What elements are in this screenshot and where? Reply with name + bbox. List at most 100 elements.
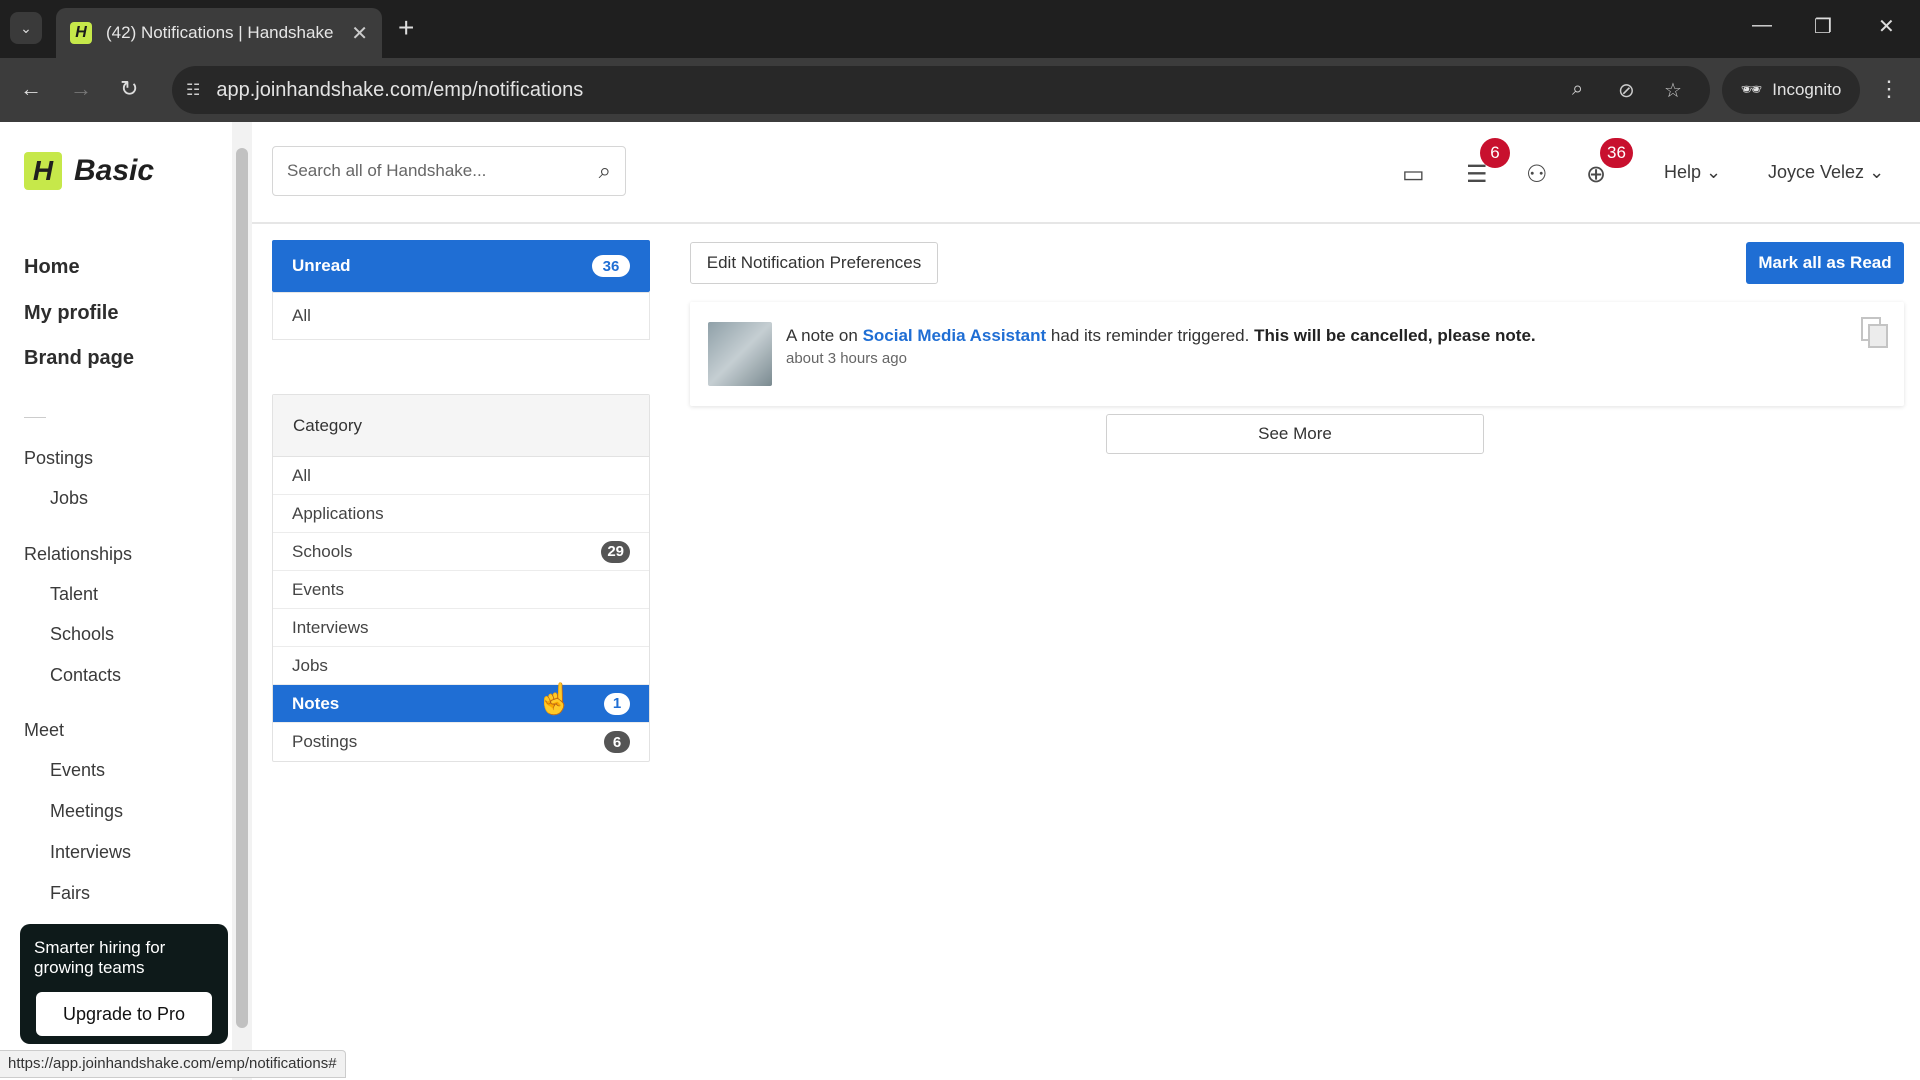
handshake-logo-icon: H — [24, 152, 62, 190]
category-list: Category All Applications Schools 29 Even… — [272, 394, 650, 762]
nav-events[interactable]: Events — [50, 760, 105, 781]
sidebar-divider — [24, 417, 46, 418]
search-icon[interactable]: ⌕ — [599, 158, 611, 184]
section-relationships: Relationships — [24, 544, 133, 564]
category-label: Interviews — [292, 617, 369, 637]
calendar-icon[interactable]: ▭ — [1402, 160, 1425, 189]
user-menu[interactable]: Joyce Velez ⌄ — [1768, 162, 1884, 183]
notification-text: A note on Social Media Assistant had its… — [786, 326, 1536, 346]
bookmark-star-icon[interactable]: ☆ — [1664, 78, 1682, 103]
unread-count-badge: 36 — [592, 255, 630, 277]
search-input[interactable] — [287, 161, 599, 181]
nav-brand-page[interactable]: Brand page — [24, 347, 134, 370]
help-menu[interactable]: Help ⌄ — [1664, 162, 1721, 183]
category-label: Schools — [292, 541, 353, 561]
edit-notification-preferences-button[interactable]: Edit Notification Preferences — [690, 242, 938, 284]
sidebar-scrollbar[interactable] — [232, 122, 252, 1080]
tab-title: (42) Notifications | Handshake — [106, 23, 334, 42]
notification-link[interactable]: Social Media Assistant — [863, 326, 1047, 345]
nav-meetings[interactable]: Meetings — [50, 801, 123, 822]
tab-search-button[interactable]: ⌄ — [10, 12, 42, 44]
category-notes[interactable]: Notes 1 — [273, 685, 649, 723]
category-all[interactable]: All — [273, 457, 649, 495]
user-name: Joyce Velez — [1768, 162, 1865, 182]
section-meet: Meet — [24, 720, 65, 740]
forward-icon[interactable]: → — [70, 76, 92, 102]
count-badge: 1 — [604, 692, 630, 715]
new-tab-icon[interactable]: + — [398, 12, 414, 44]
messages-badge: 6 — [1480, 138, 1510, 168]
notification-thumbnail — [708, 322, 772, 386]
filter-unread[interactable]: Unread 36 — [272, 240, 650, 292]
sidebar: H Basic Home My profile Brand page Posti… — [0, 122, 236, 1080]
category-label: Jobs — [292, 655, 328, 675]
count-badge: 6 — [604, 731, 630, 753]
upgrade-promo-card: Smarter hiring for growing teams Upgrade… — [20, 924, 228, 1044]
nav-talent[interactable]: Talent — [50, 584, 98, 605]
mark-all-as-read-button[interactable]: Mark all as Read — [1746, 242, 1904, 284]
search-box[interactable]: ⌕ — [272, 146, 626, 196]
copy-icon[interactable] — [1860, 316, 1890, 350]
link-status-bar: https://app.joinhandshake.com/emp/notifi… — [0, 1050, 346, 1078]
nav-schools[interactable]: Schools — [50, 624, 114, 645]
back-icon[interactable]: ← — [20, 76, 42, 102]
upgrade-to-pro-button[interactable]: Upgrade to Pro — [36, 992, 212, 1036]
see-more-button[interactable]: See More — [1106, 414, 1484, 454]
nav-interviews[interactable]: Interviews — [50, 842, 131, 863]
unread-label: Unread — [292, 256, 351, 275]
site-info-icon[interactable]: ☷ — [186, 80, 200, 100]
top-header: ⌕ ▭ ☰ 6 ⚇ ⊕ 36 Help ⌄ Joyce Velez ⌄ — [252, 122, 1920, 224]
plan-name: Basic — [74, 154, 155, 187]
category-jobs[interactable]: Jobs — [273, 647, 649, 685]
minimize-icon[interactable]: — — [1752, 14, 1772, 37]
help-label: Help — [1664, 162, 1702, 182]
hand-cursor-icon: ☝ — [536, 683, 574, 716]
category-applications[interactable]: Applications — [273, 495, 649, 533]
notifications-badge: 36 — [1600, 138, 1633, 168]
filter-all[interactable]: All — [272, 292, 650, 340]
user-icon[interactable]: ⚇ — [1526, 160, 1548, 189]
notification-card[interactable]: A note on Social Media Assistant had its… — [690, 302, 1904, 406]
notification-prefix: A note on — [786, 326, 863, 345]
page: H Basic Home My profile Brand page Posti… — [0, 122, 1920, 1080]
incognito-label: Incognito — [1772, 80, 1842, 99]
app-logo[interactable]: H Basic — [24, 152, 154, 190]
nav-jobs[interactable]: Jobs — [50, 488, 88, 509]
incognito-indicator[interactable]: 🕶 Incognito — [1722, 66, 1860, 114]
notification-time: about 3 hours ago — [786, 350, 907, 367]
category-label: Applications — [292, 503, 384, 523]
nav-my-profile[interactable]: My profile — [24, 302, 118, 325]
category-title: Category — [273, 395, 649, 457]
category-interviews[interactable]: Interviews — [273, 609, 649, 647]
chevron-down-icon: ⌄ — [1869, 162, 1885, 182]
restore-icon[interactable]: ❐ — [1814, 14, 1832, 39]
category-events[interactable]: Events — [273, 571, 649, 609]
close-tab-icon[interactable]: ✕ — [351, 21, 368, 46]
tracking-protection-icon[interactable]: ⊘ — [1618, 78, 1635, 103]
incognito-icon: 🕶 — [1740, 80, 1763, 99]
scrollbar-thumb[interactable] — [236, 148, 248, 1028]
zoom-icon[interactable]: ⌕ — [1572, 78, 1583, 101]
section-postings: Postings — [24, 448, 94, 468]
reload-icon[interactable]: ↻ — [120, 76, 138, 102]
handshake-favicon: H — [70, 22, 92, 44]
address-bar-row: ← → ↻ ☷ app.joinhandshake.com/emp/notifi… — [0, 58, 1920, 122]
count-badge: 29 — [601, 540, 630, 563]
notification-bold: This will be cancelled, please note. — [1254, 326, 1536, 345]
omnibox[interactable]: ☷ app.joinhandshake.com/emp/notification… — [172, 66, 1710, 114]
nav-fairs[interactable]: Fairs — [50, 883, 90, 904]
close-window-icon[interactable]: ✕ — [1878, 14, 1895, 39]
browser-tab[interactable]: H (42) Notifications | Handshake ✕ — [56, 8, 382, 58]
url-text[interactable]: app.joinhandshake.com/emp/notifications — [216, 79, 583, 102]
category-label: All — [292, 465, 311, 485]
browser-menu-icon[interactable]: ⋮ — [1878, 76, 1900, 102]
nav-home[interactable]: Home — [24, 256, 80, 279]
category-label: Postings — [292, 732, 358, 751]
browser-tab-strip: ⌄ H (42) Notifications | Handshake ✕ + —… — [0, 0, 1920, 58]
category-postings[interactable]: Postings 6 — [273, 723, 649, 761]
globe-icon[interactable]: ⊕ — [1586, 160, 1606, 189]
category-schools[interactable]: Schools 29 — [273, 533, 649, 571]
promo-text: Smarter hiring for growing teams — [34, 938, 166, 977]
nav-contacts[interactable]: Contacts — [50, 665, 121, 686]
category-label: Events — [292, 579, 344, 599]
